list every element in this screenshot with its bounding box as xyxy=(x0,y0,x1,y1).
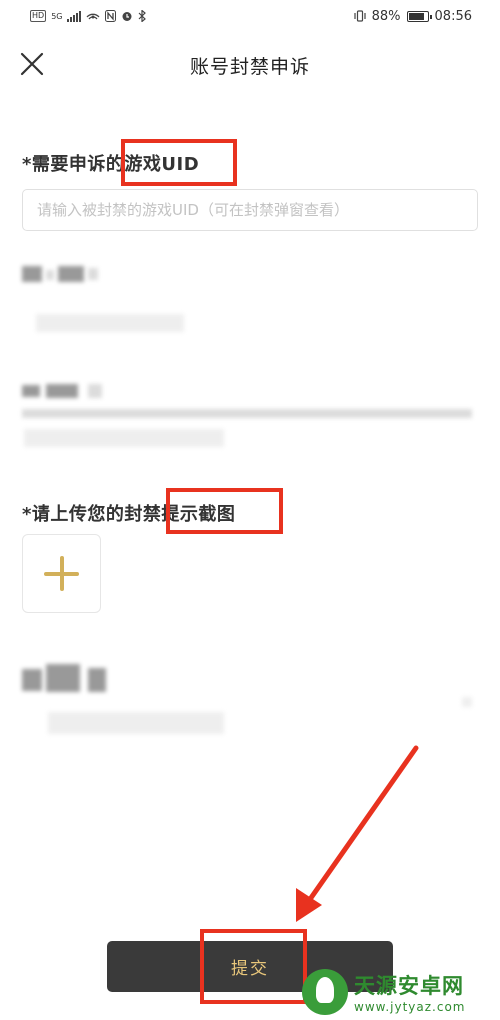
highlight-box-uid xyxy=(121,139,237,186)
status-icons-left: HD 5G xyxy=(30,10,147,22)
uid-input[interactable] xyxy=(22,189,478,231)
watermark-name: 天源安卓网 xyxy=(354,973,464,998)
signal-icon xyxy=(67,10,82,22)
hotspot-icon xyxy=(86,13,100,20)
nfc-icon xyxy=(105,10,117,22)
page-title: 账号封禁申诉 xyxy=(189,56,310,78)
battery-icon xyxy=(406,10,432,22)
hd-icon: HD xyxy=(30,10,47,22)
watermark-url: www.jytyaz.com xyxy=(354,999,466,1014)
nav-bar: 账号封禁申诉 xyxy=(0,38,500,88)
clock: 08:56 xyxy=(434,8,472,24)
highlight-box-submit xyxy=(200,929,307,1004)
status-icons-right: 88% 08:56 xyxy=(354,9,472,24)
network-type: 5G xyxy=(51,11,63,21)
vibrate-icon xyxy=(354,10,366,22)
status-bar: HD 5G 88% 08:56 xyxy=(0,0,500,32)
battery-percent: 88% xyxy=(371,8,401,24)
battery-level xyxy=(408,12,424,20)
bluetooth-icon xyxy=(139,10,147,22)
watermark: 天源安卓网 www.jytyaz.com xyxy=(302,963,500,1020)
android-logo-icon xyxy=(302,968,348,1015)
highlight-box-screenshot xyxy=(166,488,283,534)
alarm-icon xyxy=(122,12,132,21)
upload-screenshot-button[interactable] xyxy=(22,534,101,613)
